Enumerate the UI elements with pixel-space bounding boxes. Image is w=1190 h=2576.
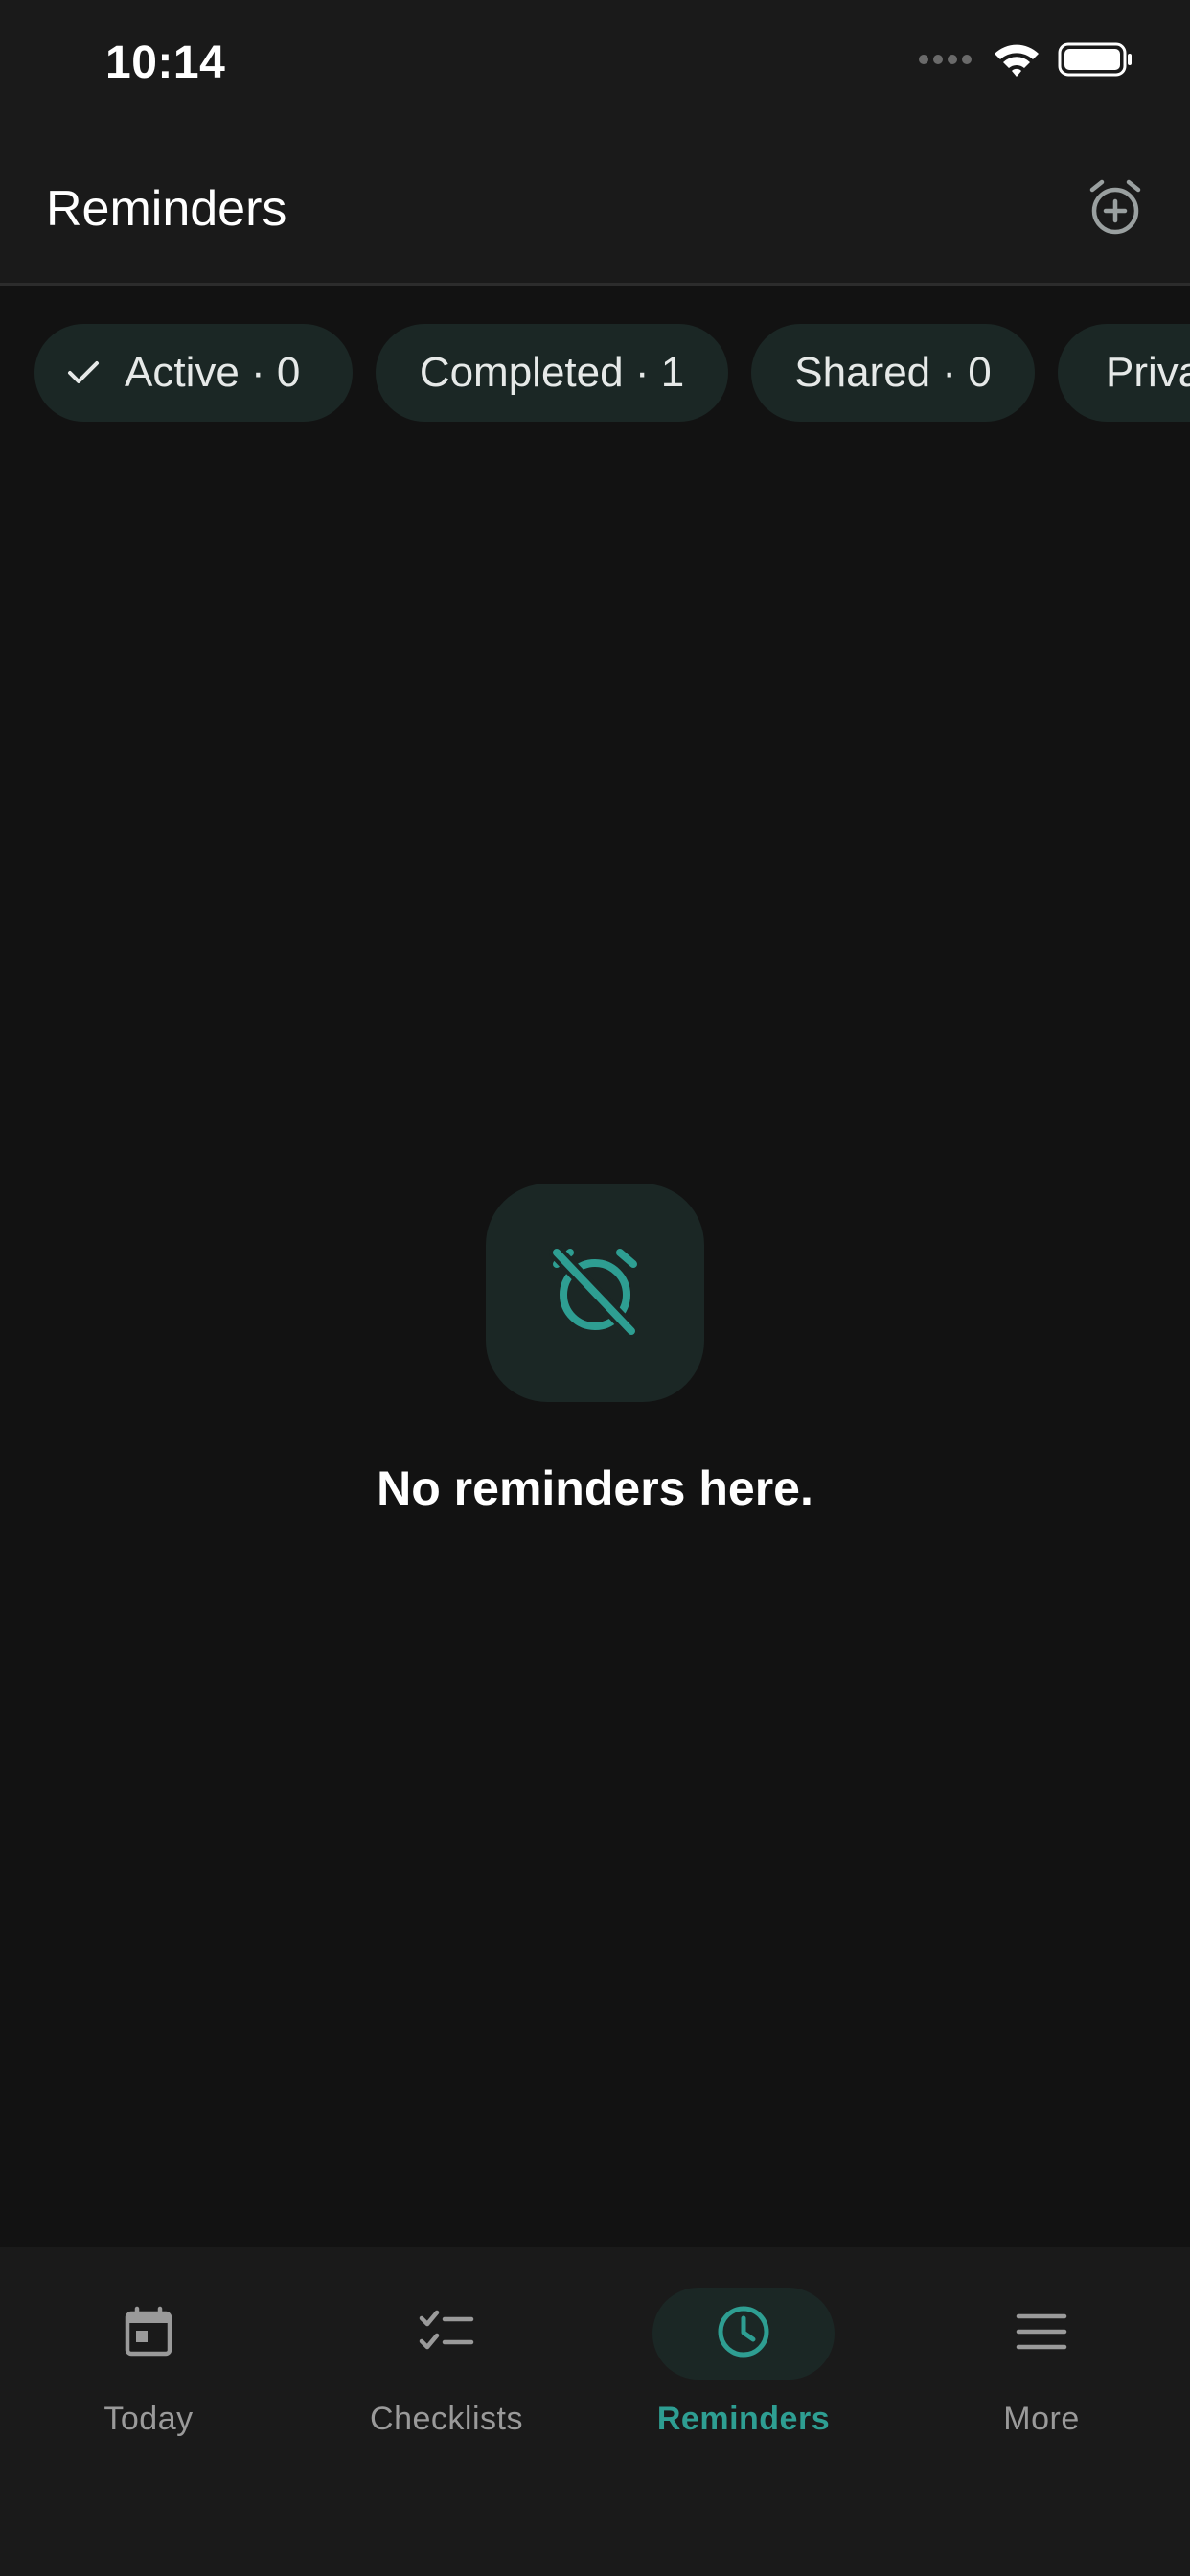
check-icon xyxy=(67,359,100,386)
battery-icon xyxy=(1058,40,1134,83)
status-time: 10:14 xyxy=(105,37,226,88)
nav-label: Checklists xyxy=(370,2401,523,2437)
clock-icon xyxy=(715,2303,772,2365)
alarm-add-icon xyxy=(1085,176,1146,242)
nav-label: More xyxy=(1003,2401,1080,2437)
add-reminder-button[interactable] xyxy=(1079,172,1152,245)
nav-icon-wrap xyxy=(950,2288,1133,2380)
nav-icon-wrap xyxy=(652,2288,835,2380)
chip-private[interactable]: Priva xyxy=(1058,324,1190,422)
chip-shared[interactable]: Shared · 0 xyxy=(751,324,1035,422)
menu-icon xyxy=(1015,2311,1068,2358)
chip-label: Priva xyxy=(1106,349,1190,396)
chip-label: Active · 0 xyxy=(125,349,301,396)
chip-active[interactable]: Active · 0 xyxy=(34,324,353,422)
chip-label: Completed · 1 xyxy=(419,349,685,396)
status-bar: 10:14 xyxy=(0,0,1190,134)
app-header: Reminders xyxy=(0,134,1190,286)
filter-chips: Active · 0 Completed · 1 Shared · 0 Priv… xyxy=(0,286,1190,468)
bottom-navigation: Today Checklists Reminders More xyxy=(0,2247,1190,2576)
alarm-off-icon xyxy=(547,1243,643,1344)
calendar-icon xyxy=(122,2305,175,2363)
empty-state-message: No reminders here. xyxy=(377,1461,813,1515)
nav-icon-wrap xyxy=(355,2288,538,2380)
nav-more[interactable]: More xyxy=(917,2288,1166,2460)
nav-label: Today xyxy=(103,2401,194,2437)
nav-icon-wrap xyxy=(57,2288,240,2380)
checklist-icon xyxy=(418,2305,475,2363)
empty-state-icon-box xyxy=(486,1184,704,1402)
wifi-icon xyxy=(993,40,1041,83)
page-title: Reminders xyxy=(46,181,287,237)
nav-reminders[interactable]: Reminders xyxy=(619,2288,868,2460)
status-icons xyxy=(918,42,1134,80)
nav-label: Reminders xyxy=(656,2401,831,2437)
chip-completed[interactable]: Completed · 1 xyxy=(376,324,728,422)
signal-icon xyxy=(918,53,975,71)
nav-checklists[interactable]: Checklists xyxy=(322,2288,571,2460)
chip-label: Shared · 0 xyxy=(794,349,992,396)
nav-today[interactable]: Today xyxy=(24,2288,273,2460)
